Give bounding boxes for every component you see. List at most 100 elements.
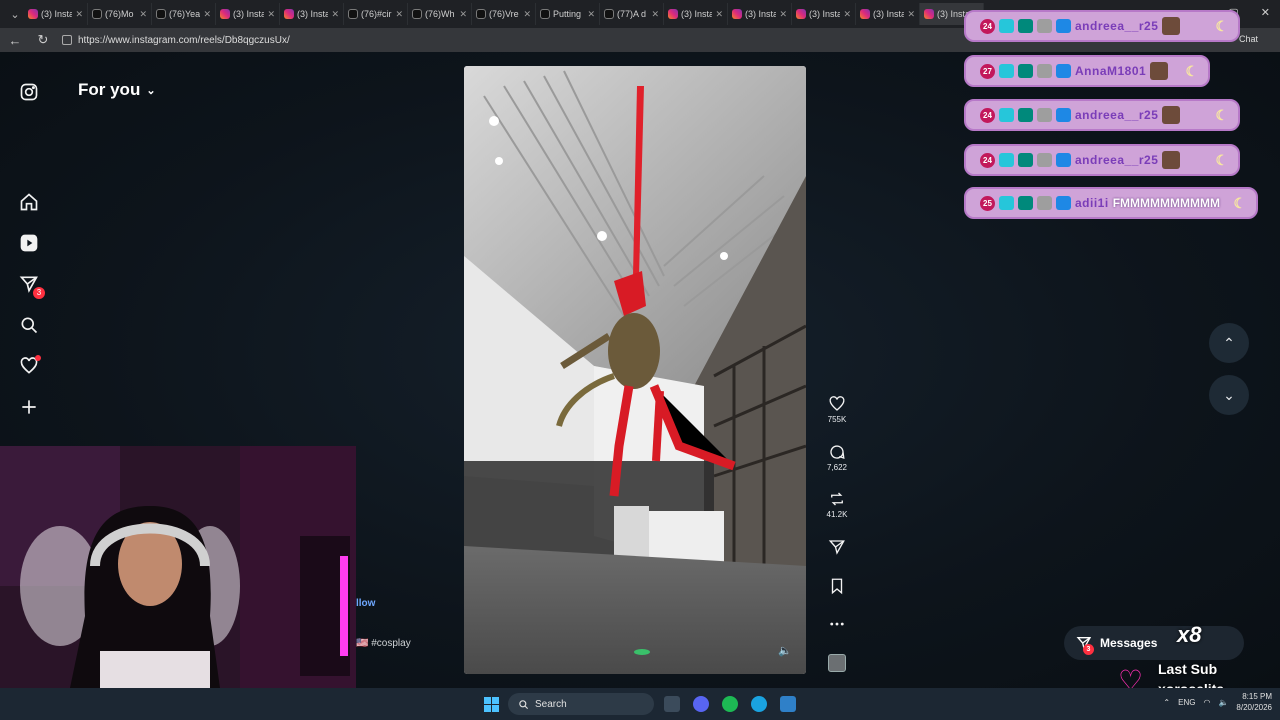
language-indicator[interactable]: ENG — [1178, 698, 1195, 707]
like-action[interactable]: 755K — [822, 395, 852, 424]
app-window-icon[interactable] — [780, 696, 796, 712]
chat-badge-icon — [1056, 64, 1071, 78]
close-tab-icon[interactable]: ✕ — [523, 9, 531, 20]
close-tab-icon[interactable]: ✕ — [651, 9, 659, 20]
close-tab-icon[interactable]: ✕ — [75, 9, 83, 20]
system-clock[interactable]: 8:15 PM 8/20/2026 — [1236, 691, 1272, 713]
bookmark-icon[interactable] — [828, 577, 846, 595]
close-tab-icon[interactable]: ✕ — [203, 9, 211, 20]
close-tab-icon[interactable]: ✕ — [715, 9, 723, 20]
close-tab-icon[interactable]: ✕ — [267, 9, 275, 20]
spotify-icon[interactable] — [722, 696, 738, 712]
browser-tab[interactable]: (3) Insta✕ — [856, 3, 920, 25]
back-icon[interactable]: ← — [6, 33, 24, 48]
like-heart-icon[interactable] — [828, 395, 846, 413]
taskbar-search[interactable]: Search — [508, 693, 654, 715]
notifications-heart-icon[interactable] — [17, 354, 41, 378]
close-tab-icon[interactable]: ✕ — [587, 9, 595, 20]
browser-tab-label: (76)Yea — [169, 9, 201, 19]
url-field[interactable]: https://www.instagram.com/reels/Db8qgczu… — [62, 31, 962, 49]
chevron-down-icon: ⌄ — [1223, 386, 1235, 403]
reels-icon[interactable] — [17, 231, 41, 255]
chat-badge-icon — [1037, 196, 1052, 210]
close-tab-icon[interactable]: ✕ — [843, 9, 851, 20]
clock-time: 8:15 PM — [1242, 692, 1272, 701]
follow-button-partial[interactable]: llow — [356, 598, 375, 609]
comment-action[interactable]: 7,622 — [822, 443, 852, 472]
browser-tab[interactable]: Putting ✕ — [536, 3, 600, 25]
browser-tab[interactable]: (3) Insta✕ — [792, 3, 856, 25]
close-tab-icon[interactable]: ✕ — [459, 9, 467, 20]
instagram-favicon-icon — [924, 9, 934, 19]
browser-tab[interactable]: (3) Insta✕ — [664, 3, 728, 25]
reel-video[interactable]: 🔈 — [464, 66, 806, 674]
browser-tab[interactable]: (3) Insta✕ — [216, 3, 280, 25]
volume-icon[interactable]: 🔈 — [1218, 698, 1228, 707]
feed-selector[interactable]: For you ⌄ — [78, 80, 156, 100]
close-window-icon[interactable]: ✕ — [1261, 6, 1270, 19]
discord-icon[interactable] — [693, 696, 709, 712]
instagram-logo-icon[interactable] — [17, 80, 41, 104]
wifi-icon[interactable]: ◠ — [1203, 698, 1210, 707]
browser-tab-label: Putting — [553, 9, 582, 19]
share-icon[interactable] — [828, 538, 846, 556]
previous-reel-button[interactable]: ⌃ — [1209, 323, 1249, 363]
audio-thumbnail[interactable] — [828, 654, 846, 672]
repost-action[interactable]: 41.2K — [822, 490, 852, 519]
close-tab-icon[interactable]: ✕ — [395, 9, 403, 20]
close-tab-icon[interactable]: ✕ — [907, 9, 915, 20]
comment-icon[interactable] — [828, 443, 846, 461]
instagram-favicon-icon — [796, 9, 806, 19]
tray-chevron-icon[interactable]: ⌃ — [1163, 698, 1170, 707]
chat-username: andreea__r25 — [1075, 108, 1159, 122]
like-count: 755K — [827, 415, 847, 424]
close-tab-icon[interactable]: ✕ — [779, 9, 787, 20]
taskbar-search-label: Search — [535, 698, 567, 710]
browser-tab[interactable]: (3) Insta✕ — [24, 3, 88, 25]
messages-label: Messages — [1100, 636, 1158, 650]
browser-tab[interactable]: (76)Vre ✕ — [472, 3, 536, 25]
site-info-icon[interactable] — [62, 35, 72, 45]
mute-icon[interactable]: 🔈 — [778, 644, 792, 658]
url-text: https://www.instagram.com/reels/Db8qgczu… — [78, 34, 290, 46]
more-options-icon[interactable] — [828, 615, 846, 633]
close-tab-icon[interactable]: ✕ — [139, 9, 147, 20]
chat-username: andreea__r25 — [1075, 19, 1159, 33]
browser-tab-label: (76)#cir — [361, 9, 392, 19]
moon-icon: ☾ — [1233, 194, 1246, 211]
tab-list-chevron-icon[interactable]: ⌄ — [6, 8, 24, 21]
next-reel-button[interactable]: ⌄ — [1209, 375, 1249, 415]
close-tab-icon[interactable]: ✕ — [331, 9, 339, 20]
chat-badge-icon — [999, 108, 1014, 122]
edge-browser-icon[interactable] — [751, 696, 767, 712]
browser-tab[interactable]: (76)Mo ✕ — [88, 3, 152, 25]
browser-tab[interactable]: (76)Yea ✕ — [152, 3, 216, 25]
chat-username: AnnaM1801 — [1075, 64, 1147, 78]
chat-toolbar-label[interactable]: Chat — [1239, 34, 1258, 44]
more-options-action[interactable] — [822, 615, 852, 633]
search-icon[interactable] — [17, 313, 41, 337]
browser-tab[interactable]: (77)A d ✕ — [600, 3, 664, 25]
share-action[interactable] — [822, 538, 852, 556]
notification-dot — [35, 355, 41, 361]
browser-tab[interactable]: (76)#cir ✕ — [344, 3, 408, 25]
browser-tab-label: (3) Insta — [809, 9, 841, 19]
chat-message: 24 andreea__r25 ☾ — [964, 10, 1240, 42]
messages-icon[interactable]: 3 — [17, 272, 45, 299]
reload-icon[interactable]: ↻ — [34, 32, 52, 48]
browser-tab[interactable]: (3) Insta✕ — [728, 3, 792, 25]
windows-start-icon[interactable] — [484, 697, 499, 712]
browser-tab[interactable]: (76)Wh ✕ — [408, 3, 472, 25]
home-icon[interactable] — [17, 190, 41, 214]
save-action[interactable] — [822, 577, 852, 595]
reel-video-frame — [464, 66, 806, 674]
reel-hashtag[interactable]: 🇺🇸 #cosplay — [356, 638, 411, 649]
task-view-icon[interactable] — [664, 696, 680, 712]
chat-badge-icon — [999, 153, 1014, 167]
browser-tab[interactable]: (3) Insta✕ — [280, 3, 344, 25]
create-plus-icon[interactable] — [17, 395, 41, 419]
chat-message: 27 AnnaM1801 ☾ — [964, 55, 1210, 87]
chat-message: 25 adii1i FMMMMMMMMMM ☾ — [964, 187, 1258, 219]
messages-button[interactable]: 3 Messages — [1064, 626, 1244, 660]
repost-icon[interactable] — [828, 490, 846, 508]
